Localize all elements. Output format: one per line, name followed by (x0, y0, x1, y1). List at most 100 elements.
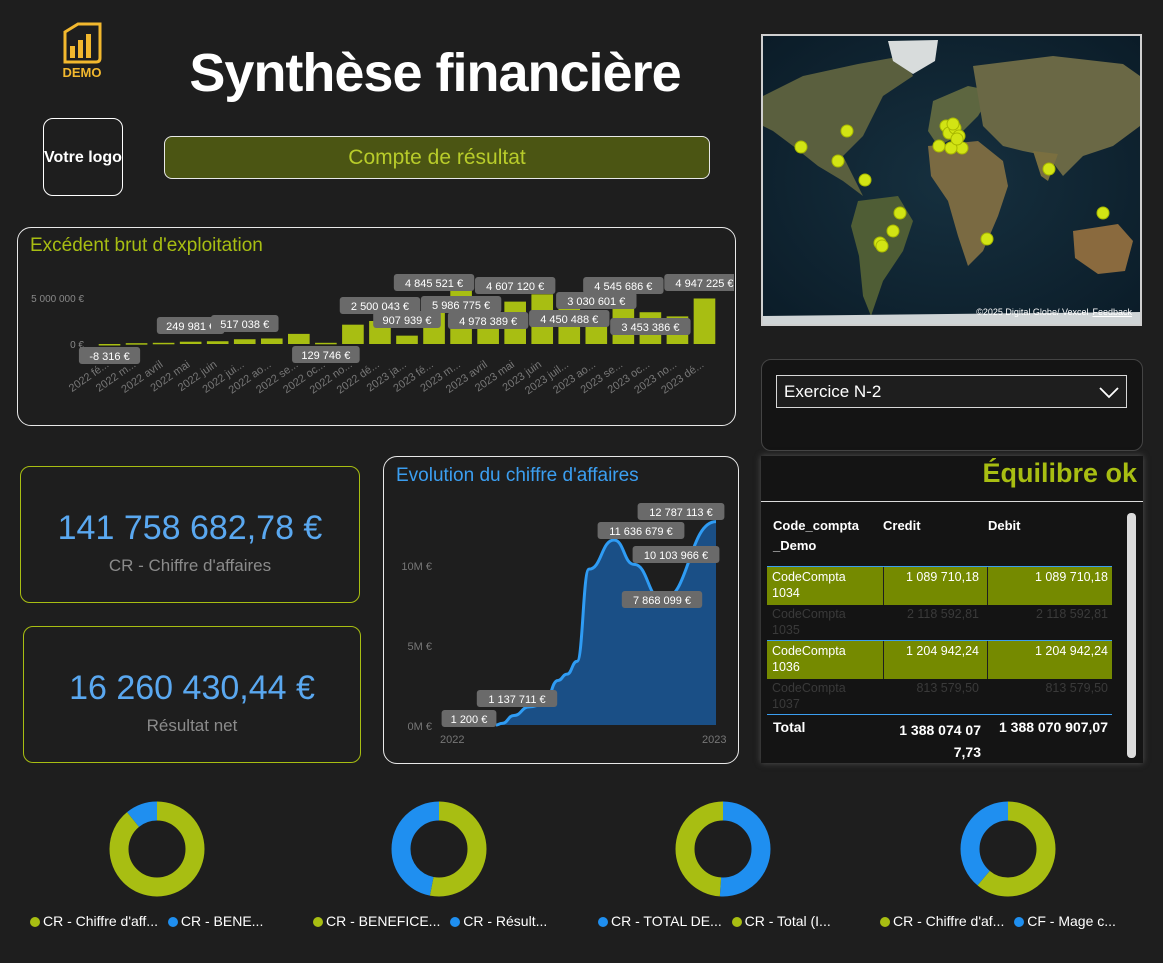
ebe-data-label: 4 545 686 € (594, 281, 652, 293)
ca-data-label: 1 200 € (451, 714, 488, 726)
ebe-bar (396, 335, 418, 344)
ebe-data-label: 517 038 € (220, 319, 269, 331)
ebe-data-label: -8 316 € (89, 351, 129, 363)
ebe-bar (342, 324, 364, 344)
balance-status-title: Équilibre ok (982, 458, 1137, 488)
kpi-label: Résultat net (146, 716, 238, 735)
cell-debit: 1 089 710,18 (1035, 570, 1108, 584)
ebe-data-label: 4 978 389 € (459, 316, 517, 328)
legend-dot (450, 917, 461, 927)
balance-table-panel: Équilibre ok Code_compta _Demo Credit De… (761, 456, 1143, 763)
y-tick-label: 10M € (401, 561, 432, 573)
ebe-data-label: 907 939 € (383, 315, 432, 327)
legend-dot (731, 917, 742, 927)
column-header-debit[interactable]: Debit (988, 516, 1021, 536)
ebe-data-label: 3 030 601 € (567, 296, 625, 308)
table-row[interactable]: CodeCompta 1034 1 089 710,18 1 089 710,1… (767, 566, 1112, 605)
compte-de-resultat-button[interactable]: Compte de résultat (164, 136, 710, 179)
x-tick-label: 2023 (702, 734, 726, 746)
divider (761, 501, 1143, 502)
ebe-bar (288, 333, 310, 344)
donut-chart-1[interactable] (106, 798, 208, 900)
map-point (950, 132, 964, 146)
ca-data-label: 7 868 099 € (633, 595, 691, 607)
cell-credit: 1 204 942,24 (906, 644, 979, 658)
ebe-bar (125, 343, 148, 345)
ebe-data-label: 3 453 386 € (621, 322, 679, 334)
donut-chart-4[interactable] (957, 798, 1059, 900)
legend-label: CF - Mage c... (1027, 913, 1116, 929)
legend-label: CR - Chiffre d'aff... (43, 913, 158, 929)
map-point (946, 117, 960, 131)
logo-placeholder: Votre logo (43, 118, 123, 196)
donut-chart-2[interactable] (388, 798, 490, 900)
legend-label: CR - BENEFICE... (326, 913, 441, 929)
legend-label: CR - Résult... (463, 913, 548, 929)
donut-slice (109, 801, 205, 897)
ca-chart-panel: Evolution du chiffre d'affaires 10M €5M … (383, 456, 739, 764)
legend-dot (598, 917, 608, 927)
ebe-data-label: 129 746 € (301, 350, 350, 362)
map-point (980, 232, 994, 246)
donut-legend-4: CR - Chiffre d'af... CF - Mage c... (880, 913, 1116, 929)
cell-credit: 1 089 710,18 (906, 570, 979, 584)
ebe-bar-chart: 5 000 000 €0 €2022 fé...2022 m...2022 av… (31, 274, 734, 397)
y-tick-label: 0M € (408, 721, 432, 733)
table-row[interactable]: CodeCompta 1036 1 204 942,24 1 204 942,2… (767, 640, 1112, 679)
ebe-data-label: 4 607 120 € (486, 281, 544, 293)
cell-debit: 2 118 592,81 (1035, 607, 1108, 621)
map-point (1096, 206, 1110, 220)
demo-label: DEMO (63, 65, 102, 80)
legend-label: CR - Chiffre d'af... (893, 913, 1005, 929)
kpi-value: 16 260 430,44 € (69, 669, 315, 707)
cell-credit: 2 118 592,81 (906, 607, 979, 621)
map-point (893, 206, 907, 220)
y-tick-label: 5 000 000 € (31, 294, 84, 305)
column-header-code[interactable]: Code_compta _Demo (773, 516, 873, 556)
total-debit: 1 388 070 907,07 (999, 719, 1108, 735)
ca-data-label: 11 636 679 € (609, 526, 672, 538)
map-point (875, 239, 889, 253)
ebe-bar (315, 342, 337, 345)
map-point (794, 140, 808, 154)
feedback-link[interactable]: Feedback (1092, 307, 1132, 317)
y-tick-label: 5M € (408, 641, 432, 653)
kpi-label: CR - Chiffre d'affaires (108, 556, 272, 575)
table-row[interactable]: CodeCompta 1035 2 118 592,81 2 118 592,8… (767, 604, 1112, 642)
donut-chart-3[interactable] (672, 798, 774, 900)
legend-dot (30, 917, 40, 927)
ebe-data-label: 4 450 488 € (540, 314, 598, 326)
cell-credit: 813 579,50 (916, 681, 979, 695)
cell-debit: 813 579,50 (1045, 681, 1108, 695)
map-point (932, 139, 946, 153)
donut-legend-3: CR - TOTAL DE... CR - Total (I... (598, 913, 831, 929)
legend-label: CR - BENE... (180, 913, 264, 929)
ebe-bar (98, 344, 121, 346)
ebe-data-label: 4 845 521 € (405, 278, 463, 290)
legend-dot (880, 917, 890, 927)
ca-data-label: 12 787 113 € (649, 507, 712, 519)
map-point (886, 224, 900, 238)
legend-label: CR - TOTAL DE... (611, 913, 722, 929)
ebe-bar (233, 339, 256, 344)
legend-dot (313, 917, 323, 927)
ebe-bar (206, 341, 229, 344)
column-header-credit[interactable]: Credit (883, 516, 921, 536)
ebe-chart-panel: Excédent brut d'exploitation 5 000 000 €… (17, 227, 736, 426)
map-point (840, 124, 854, 138)
kpi-chiffre-affaires: 141 758 682,78 € CR - Chiffre d'affaires (20, 466, 360, 603)
map-point (1042, 162, 1056, 176)
world-map[interactable]: ©2025 Digital Globe/ Vexcel Feedback (761, 34, 1142, 326)
exercice-dropdown[interactable]: Exercice N-2 (776, 375, 1127, 408)
legend-label: CR - Total (I... (744, 913, 831, 929)
powerbi-demo-logo: DEMO (63, 22, 102, 80)
total-label: Total (773, 719, 806, 735)
chevron-down-icon[interactable] (1098, 385, 1120, 399)
table-scrollbar[interactable] (1127, 513, 1136, 758)
donut-legend-1: CR - Chiffre d'aff... CR - BENE... (30, 913, 263, 929)
legend-dot (167, 917, 178, 927)
map-point (831, 154, 845, 168)
kpi-value: 141 758 682,78 € (57, 509, 323, 547)
table-row[interactable]: CodeCompta 1037 813 579,50 813 579,50 (767, 678, 1112, 712)
cell-code: CodeCompta 1035 (772, 607, 846, 637)
